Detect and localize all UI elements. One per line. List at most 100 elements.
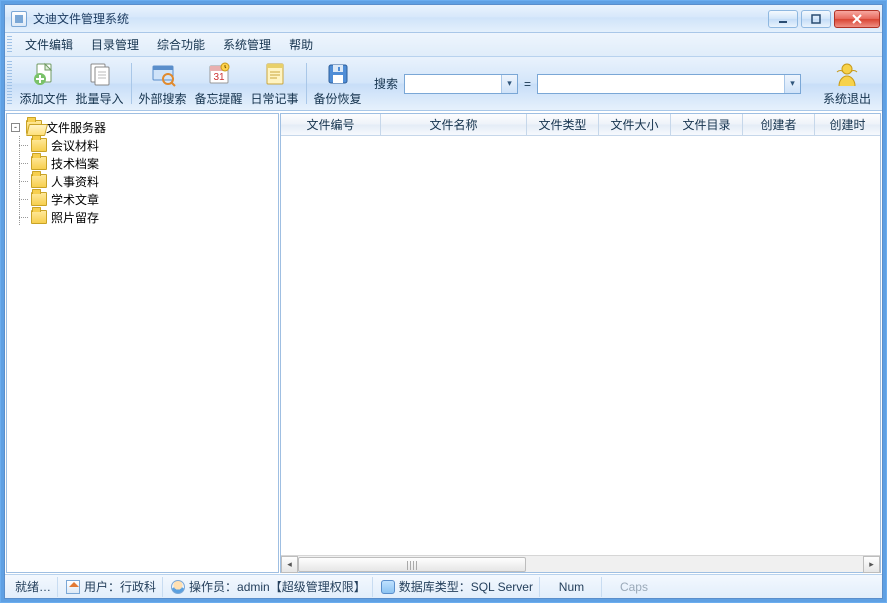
status-operator-label: 操作员：admin【超级管理权限】 bbox=[189, 578, 366, 595]
folder-icon bbox=[31, 210, 47, 224]
app-icon bbox=[11, 11, 27, 27]
tree-collapse-icon[interactable]: - bbox=[11, 123, 20, 132]
scroll-thumb[interactable] bbox=[298, 557, 526, 572]
search-equals: = bbox=[524, 77, 531, 91]
tree-item-label: 照片留存 bbox=[51, 209, 99, 226]
column-header[interactable]: 创建时 bbox=[815, 114, 880, 135]
tree-item-photos[interactable]: 照片留存 bbox=[9, 208, 276, 226]
status-num-label: Num bbox=[559, 580, 584, 594]
scroll-right-icon[interactable]: ▸ bbox=[863, 556, 880, 573]
toolbar-ext-search[interactable]: 外部搜索 bbox=[135, 57, 191, 110]
toolbar-ext-search-label: 外部搜索 bbox=[138, 90, 186, 107]
list-panel: 文件编号文件名称文件类型文件大小文件目录创建者创建时 ◂ ▸ bbox=[280, 113, 881, 573]
toolbar-separator-2 bbox=[306, 63, 307, 104]
status-db-label: 数据库类型：SQL Server bbox=[399, 578, 533, 595]
search-field-combo[interactable]: ▾ bbox=[404, 74, 518, 94]
status-user-label: 用户：行政科 bbox=[84, 578, 156, 595]
close-button[interactable] bbox=[834, 10, 880, 28]
status-user: 用户：行政科 bbox=[60, 577, 163, 597]
minimize-icon bbox=[778, 14, 788, 24]
app-window: 文迪文件管理系统 文件编辑 目录管理 综合功能 系统管理 帮助 添加文件 bbox=[4, 4, 883, 599]
toolbar-backup-label: 备份恢复 bbox=[313, 90, 361, 107]
toolbar: 添加文件 批量导入 外部搜索 31 备忘提醒 日常记事 bbox=[5, 57, 882, 111]
tree-root[interactable]: - 文件服务器 bbox=[9, 118, 276, 136]
search-area: 搜索 ▾ = ▾ bbox=[374, 57, 816, 110]
grid-body[interactable] bbox=[281, 136, 880, 555]
menubar: 文件编辑 目录管理 综合功能 系统管理 帮助 bbox=[5, 33, 882, 57]
tree-item-label: 人事资料 bbox=[51, 173, 99, 190]
tree-item-label: 技术档案 bbox=[51, 155, 99, 172]
daily-note-icon bbox=[261, 60, 289, 88]
user-icon bbox=[171, 580, 185, 594]
status-num: Num bbox=[542, 577, 602, 597]
toolbar-add-file-label: 添加文件 bbox=[19, 90, 67, 107]
bulk-import-icon bbox=[86, 60, 114, 88]
home-icon bbox=[66, 580, 80, 594]
column-header[interactable]: 文件类型 bbox=[527, 114, 599, 135]
tree-root-label: 文件服务器 bbox=[46, 119, 106, 136]
tree-item-academic[interactable]: 学术文章 bbox=[9, 190, 276, 208]
toolbar-exit[interactable]: 系统退出 bbox=[816, 57, 878, 110]
menu-sys-manage[interactable]: 系统管理 bbox=[214, 34, 280, 56]
search-label: 搜索 bbox=[374, 75, 398, 92]
toolbar-add-file[interactable]: 添加文件 bbox=[16, 57, 72, 110]
maximize-button[interactable] bbox=[801, 10, 831, 28]
column-header[interactable]: 创建者 bbox=[743, 114, 815, 135]
search-value-combo[interactable]: ▾ bbox=[537, 74, 801, 94]
toolbar-daily-note[interactable]: 日常记事 bbox=[247, 57, 303, 110]
toolbar-reminder-label: 备忘提醒 bbox=[194, 90, 242, 107]
tree-item-meeting[interactable]: 会议材料 bbox=[9, 136, 276, 154]
toolbar-bulk-import[interactable]: 批量导入 bbox=[72, 57, 128, 110]
window-buttons bbox=[768, 10, 880, 28]
toolbar-grip bbox=[7, 61, 12, 106]
tree-item-label: 会议材料 bbox=[51, 137, 99, 154]
menu-integrated[interactable]: 综合功能 bbox=[148, 34, 214, 56]
database-icon bbox=[381, 580, 395, 594]
menubar-grip bbox=[7, 36, 12, 54]
toolbar-backup[interactable]: 备份恢复 bbox=[310, 57, 366, 110]
status-operator: 操作员：admin【超级管理权限】 bbox=[165, 577, 373, 597]
status-ready-label: 就绪… bbox=[15, 578, 51, 595]
column-header[interactable]: 文件大小 bbox=[599, 114, 671, 135]
toolbar-separator-1 bbox=[131, 63, 132, 104]
body: - 文件服务器 会议材料 技术档案 人事资料 学术文章 bbox=[5, 111, 882, 574]
ext-search-icon bbox=[149, 60, 177, 88]
column-header[interactable]: 文件名称 bbox=[381, 114, 527, 135]
chevron-down-icon: ▾ bbox=[501, 75, 517, 93]
tree-panel[interactable]: - 文件服务器 会议材料 技术档案 人事资料 学术文章 bbox=[6, 113, 279, 573]
tree-item-tech[interactable]: 技术档案 bbox=[9, 154, 276, 172]
folder-icon bbox=[31, 138, 47, 152]
status-db: 数据库类型：SQL Server bbox=[375, 577, 540, 597]
close-icon bbox=[851, 14, 863, 24]
maximize-icon bbox=[811, 14, 821, 24]
status-caps-label: Caps bbox=[620, 580, 648, 594]
column-headers: 文件编号文件名称文件类型文件大小文件目录创建者创建时 bbox=[281, 114, 880, 136]
menu-help[interactable]: 帮助 bbox=[280, 34, 322, 56]
horizontal-scrollbar[interactable]: ◂ ▸ bbox=[281, 555, 880, 572]
minimize-button[interactable] bbox=[768, 10, 798, 28]
toolbar-bulk-import-label: 批量导入 bbox=[75, 90, 123, 107]
tree-item-hr[interactable]: 人事资料 bbox=[9, 172, 276, 190]
reminder-icon: 31 bbox=[205, 60, 233, 88]
column-header[interactable]: 文件编号 bbox=[281, 114, 381, 135]
toolbar-exit-label: 系统退出 bbox=[823, 90, 871, 107]
statusbar: 就绪… 用户：行政科 操作员：admin【超级管理权限】 数据库类型：SQL S… bbox=[5, 574, 882, 598]
add-file-icon bbox=[30, 60, 58, 88]
toolbar-reminder[interactable]: 31 备忘提醒 bbox=[191, 57, 247, 110]
menu-file-edit[interactable]: 文件编辑 bbox=[16, 34, 82, 56]
folder-icon bbox=[31, 174, 47, 188]
tree-item-label: 学术文章 bbox=[51, 191, 99, 208]
toolbar-daily-note-label: 日常记事 bbox=[250, 90, 298, 107]
exit-icon bbox=[833, 60, 861, 88]
window-title: 文迪文件管理系统 bbox=[33, 10, 768, 27]
chevron-down-icon: ▾ bbox=[784, 75, 800, 93]
scroll-left-icon[interactable]: ◂ bbox=[281, 556, 298, 573]
titlebar: 文迪文件管理系统 bbox=[5, 5, 882, 33]
menu-dir-manage[interactable]: 目录管理 bbox=[82, 34, 148, 56]
status-caps: Caps bbox=[604, 577, 664, 597]
column-header[interactable]: 文件目录 bbox=[671, 114, 743, 135]
backup-icon bbox=[324, 60, 352, 88]
scroll-track[interactable] bbox=[298, 556, 863, 573]
status-ready: 就绪… bbox=[9, 577, 58, 597]
folder-open-icon bbox=[26, 120, 42, 134]
